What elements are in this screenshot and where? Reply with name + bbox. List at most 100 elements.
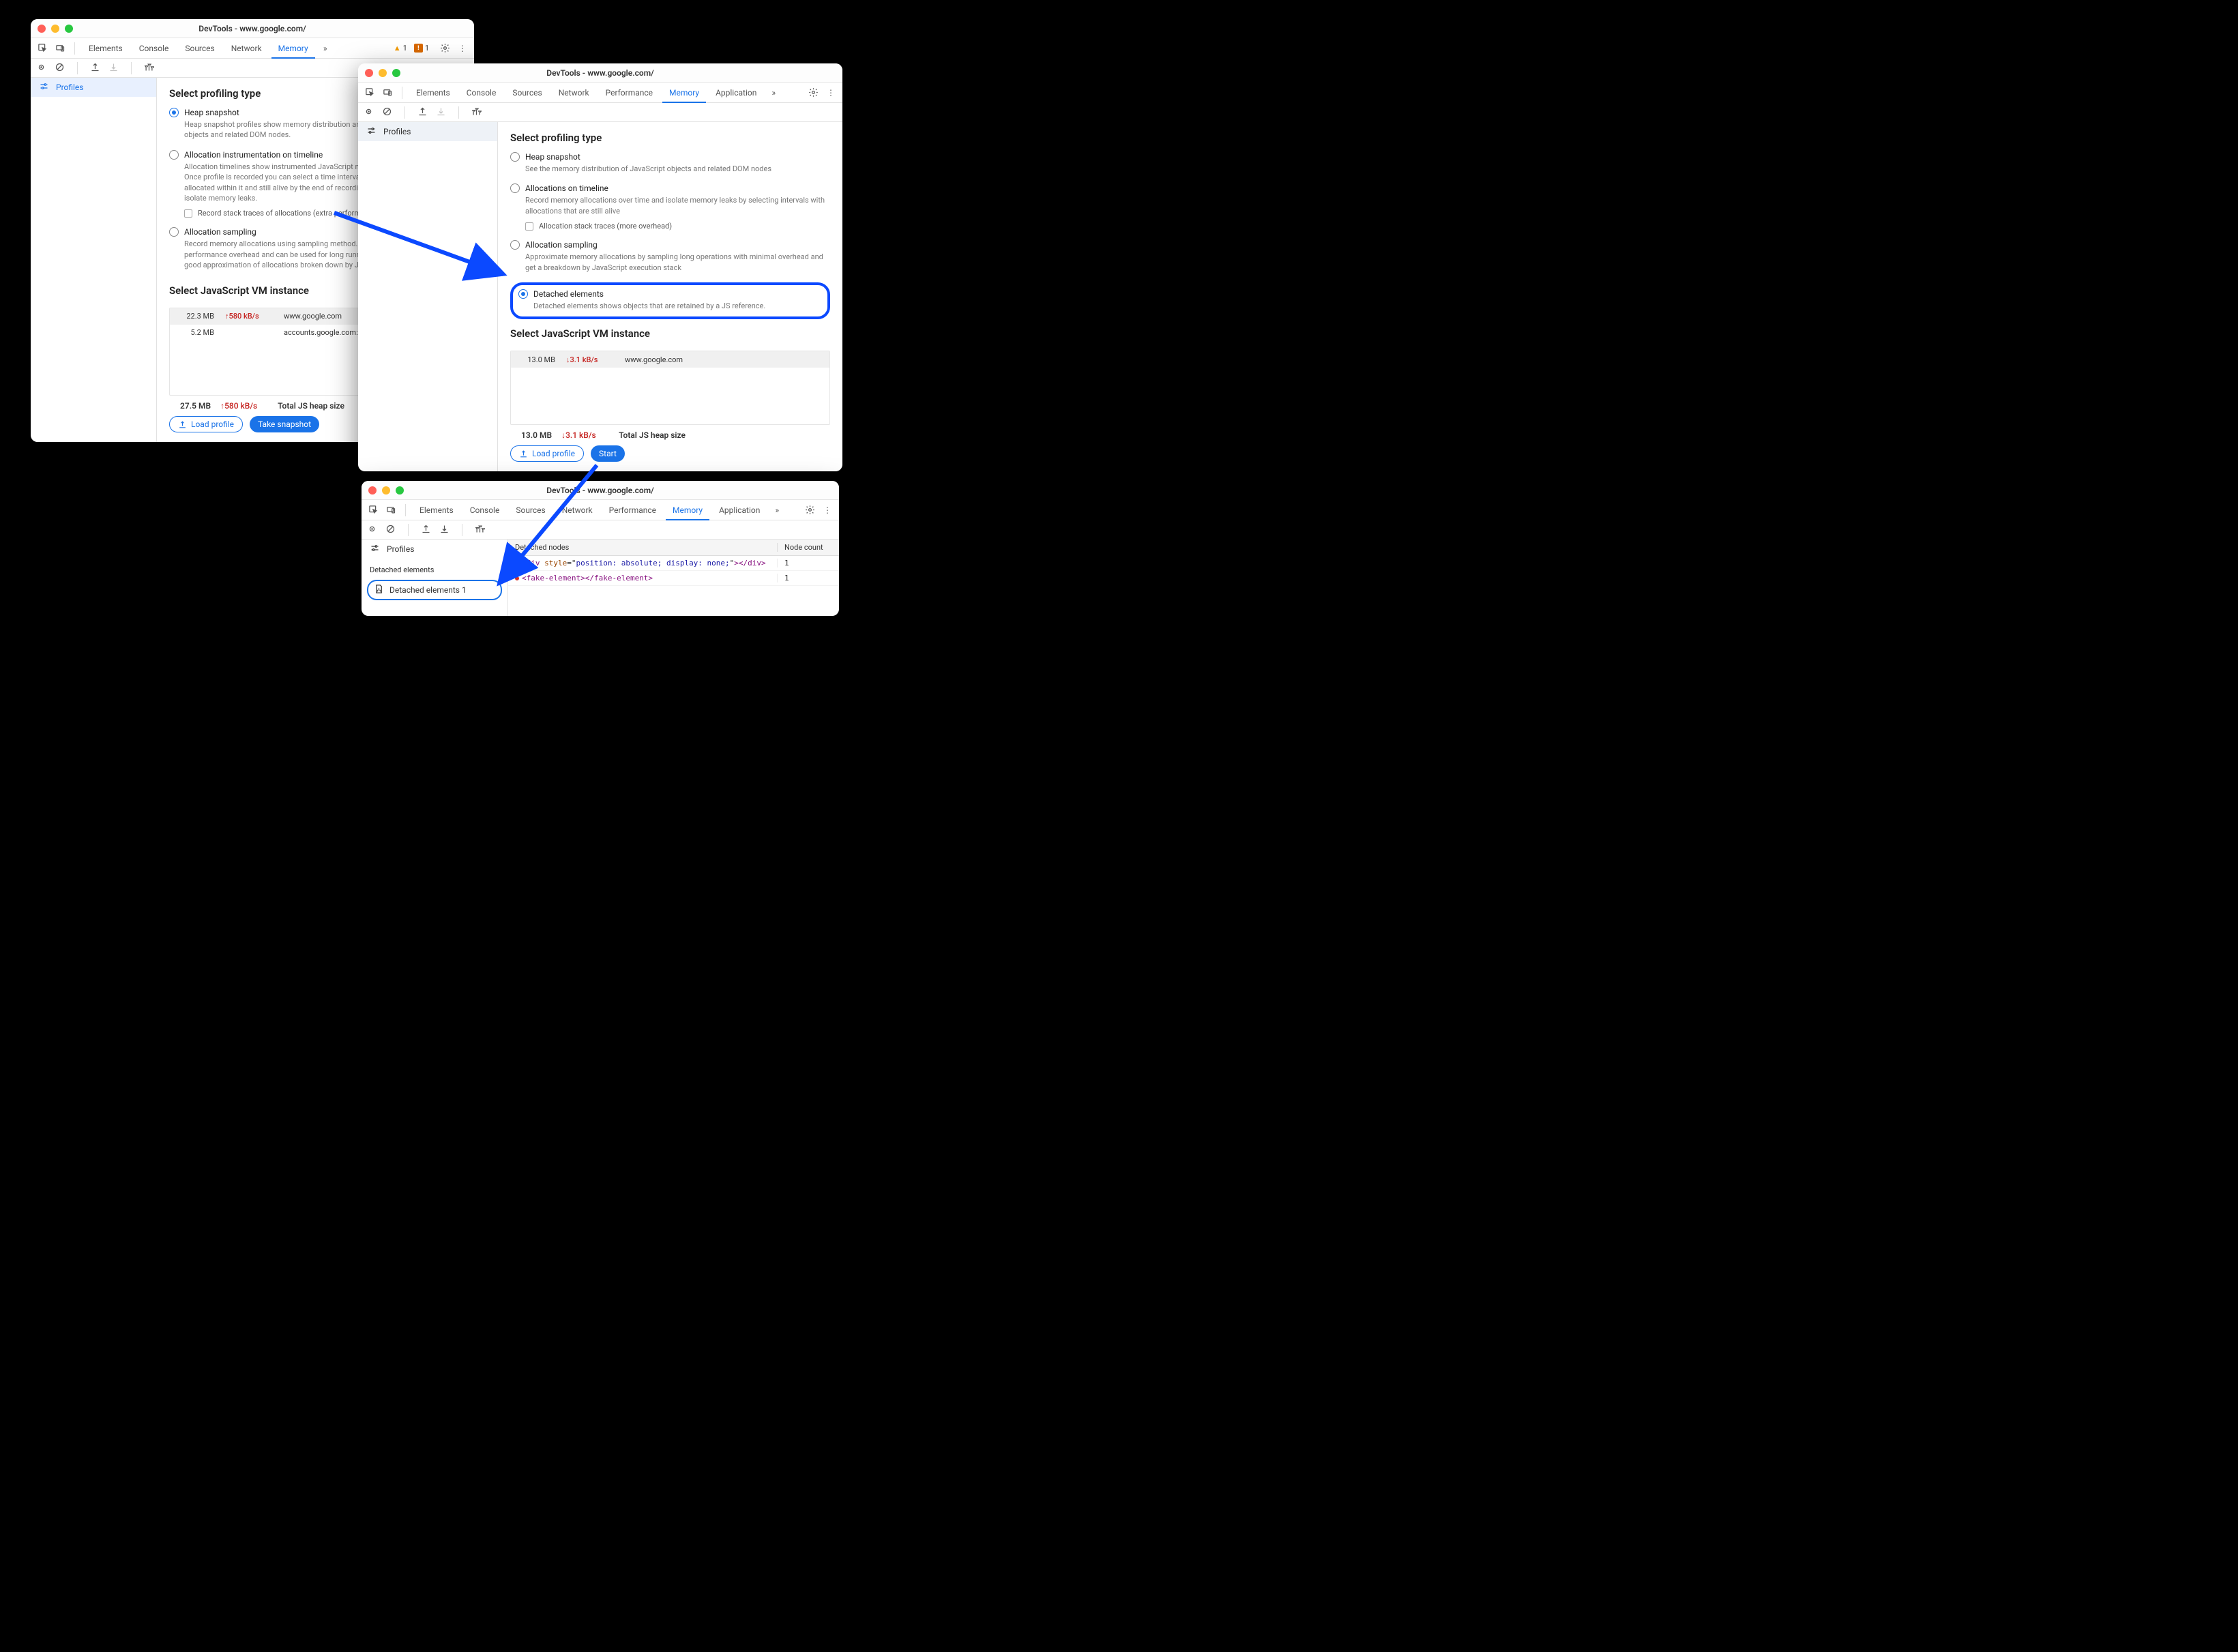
tab-elements[interactable]: Elements [82, 38, 130, 59]
clear-icon[interactable] [385, 524, 396, 536]
tab-performance[interactable]: Performance [599, 83, 660, 103]
panel-tabs: Elements Console Sources Network Memory … [31, 38, 474, 59]
radio-timeline[interactable] [169, 150, 179, 160]
minimize-window-button[interactable] [51, 25, 59, 33]
more-tabs-icon[interactable]: » [318, 41, 333, 56]
download-icon[interactable] [436, 106, 446, 119]
more-tabs-icon[interactable]: » [766, 85, 781, 100]
minimize-window-button[interactable] [382, 486, 390, 495]
tab-sources[interactable]: Sources [178, 38, 221, 59]
option-detached-elements[interactable]: Detached elements Detached elements show… [518, 289, 822, 311]
clear-icon[interactable] [55, 62, 65, 74]
separator [408, 524, 409, 536]
load-profile-button[interactable]: Load profile [169, 416, 243, 432]
upload-icon[interactable] [421, 524, 431, 536]
more-tabs-icon[interactable]: » [769, 503, 784, 518]
tab-network[interactable]: Network [552, 83, 596, 103]
vm-row[interactable]: 13.0 MB ↓3.1 kB/s www.google.com [511, 351, 829, 368]
devtools-window-3: DevTools - www.google.com/ Elements Cons… [362, 481, 839, 616]
radio-heap[interactable] [510, 152, 520, 162]
node-bullet-icon [515, 576, 519, 580]
titlebar: DevTools - www.google.com/ [31, 19, 474, 38]
garbage-collect-icon[interactable] [144, 62, 154, 74]
tab-performance[interactable]: Performance [602, 500, 663, 520]
issues-indicator[interactable]: !1 [414, 44, 429, 53]
tab-memory[interactable]: Memory [666, 500, 709, 520]
take-snapshot-button[interactable]: Take snapshot [250, 416, 319, 432]
col-header-count[interactable]: Node count [778, 543, 839, 552]
tab-console[interactable]: Console [132, 38, 176, 59]
tab-sources[interactable]: Sources [509, 500, 552, 520]
tab-application[interactable]: Application [712, 500, 767, 520]
separator [131, 62, 132, 74]
sidebar-item-profiles[interactable]: Profiles [31, 78, 156, 97]
tab-memory[interactable]: Memory [662, 83, 706, 103]
result-row[interactable]: <fake-element></fake-element> 1 [508, 571, 839, 586]
tab-memory[interactable]: Memory [271, 38, 315, 59]
download-icon[interactable] [439, 524, 450, 536]
tab-console[interactable]: Console [463, 500, 507, 520]
maximize-window-button[interactable] [392, 69, 400, 77]
checkbox[interactable] [184, 209, 192, 218]
radio-sampling[interactable] [510, 240, 520, 250]
memory-toolbar [362, 520, 839, 540]
total-rate: ↑580 kB/s [220, 401, 268, 411]
option-heap-snapshot[interactable]: Heap snapshot See the memory distributio… [510, 152, 830, 174]
tab-elements[interactable]: Elements [409, 83, 457, 103]
close-window-button[interactable] [38, 25, 46, 33]
minimize-window-button[interactable] [379, 69, 387, 77]
option-allocation-timeline[interactable]: Allocations on timeline Record memory al… [510, 183, 830, 231]
profile-item-detached-1[interactable]: Detached elements 1 [367, 580, 502, 600]
kebab-menu-icon[interactable]: ⋮ [455, 41, 470, 56]
upload-icon[interactable] [90, 62, 100, 74]
garbage-collect-icon[interactable] [475, 524, 485, 536]
record-icon[interactable] [36, 62, 46, 74]
result-row[interactable]: <div style="position: absolute; display:… [508, 556, 839, 571]
option-allocation-sampling[interactable]: Allocation sampling Approximate memory a… [510, 240, 830, 273]
close-window-button[interactable] [365, 69, 373, 77]
tab-network[interactable]: Network [224, 38, 269, 59]
sidebar-item-profiles[interactable]: Profiles [362, 540, 507, 559]
download-icon[interactable] [108, 62, 119, 74]
clear-icon[interactable] [382, 106, 392, 119]
tab-elements[interactable]: Elements [413, 500, 460, 520]
kebab-menu-icon[interactable]: ⋮ [820, 503, 835, 518]
sidebar-item-profiles[interactable]: Profiles [358, 122, 497, 141]
total-size: 27.5 MB [180, 401, 211, 411]
tab-application[interactable]: Application [709, 83, 763, 103]
device-mode-icon[interactable] [383, 503, 398, 518]
record-icon[interactable] [367, 524, 377, 536]
radio-heap[interactable] [169, 108, 179, 117]
upload-icon[interactable] [417, 106, 428, 119]
maximize-window-button[interactable] [65, 25, 73, 33]
gear-icon[interactable] [806, 85, 821, 100]
garbage-collect-icon[interactable] [471, 106, 482, 119]
radio-sampling[interactable] [169, 227, 179, 237]
tab-sources[interactable]: Sources [505, 83, 548, 103]
tab-network[interactable]: Network [555, 500, 600, 520]
tab-console[interactable]: Console [460, 83, 503, 103]
inspect-element-icon[interactable] [35, 41, 50, 56]
gear-icon[interactable] [802, 503, 817, 518]
record-icon[interactable] [364, 106, 374, 119]
vm-size: 5.2 MB [177, 328, 214, 337]
inspect-element-icon[interactable] [366, 503, 381, 518]
col-header-nodes[interactable]: Detached nodes [508, 543, 778, 552]
warnings-indicator[interactable]: ▲1 [394, 44, 407, 53]
stack-traces-check[interactable]: Allocation stack traces (more overhead) [525, 222, 830, 231]
kebab-menu-icon[interactable]: ⋮ [823, 85, 838, 100]
close-window-button[interactable] [368, 486, 377, 495]
checkbox[interactable] [525, 222, 533, 231]
radio-detached[interactable] [518, 289, 528, 299]
gear-icon[interactable] [437, 41, 452, 56]
start-button[interactable]: Start [591, 445, 625, 462]
results-pane: Detached nodes Node count <div style="po… [508, 540, 839, 616]
load-profile-button[interactable]: Load profile [510, 445, 584, 462]
device-mode-icon[interactable] [380, 85, 395, 100]
device-mode-icon[interactable] [53, 41, 68, 56]
maximize-window-button[interactable] [396, 486, 404, 495]
traffic-lights [365, 69, 400, 77]
inspect-element-icon[interactable] [362, 85, 377, 100]
radio-timeline[interactable] [510, 183, 520, 193]
result-node-html: <div style="position: absolute; display:… [508, 559, 778, 567]
